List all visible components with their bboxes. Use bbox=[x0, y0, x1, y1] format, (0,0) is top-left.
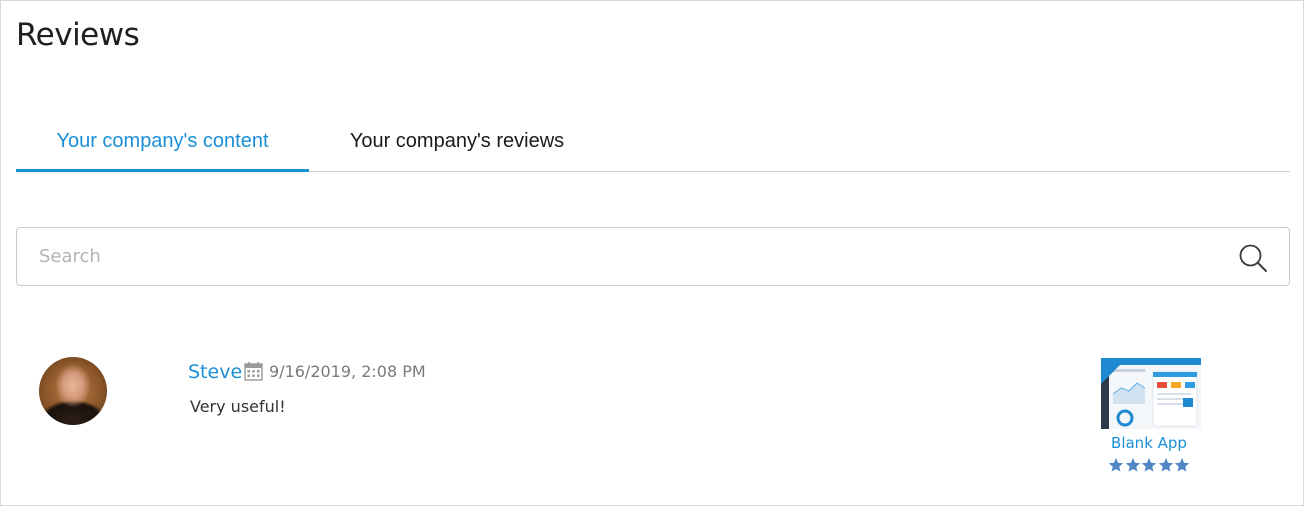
app-rating bbox=[1108, 457, 1192, 475]
star-icon bbox=[1141, 458, 1157, 472]
calendar-icon bbox=[244, 362, 263, 381]
review-text: Very useful! bbox=[190, 397, 286, 416]
reviewer-name[interactable]: Steve bbox=[188, 361, 242, 383]
search-input[interactable] bbox=[18, 229, 1218, 284]
reviewer-avatar[interactable] bbox=[39, 357, 107, 425]
star-icon bbox=[1108, 458, 1124, 472]
review-item: Steve 9/16/2019, 2:08 PM Very useful! Bl… bbox=[1, 341, 1304, 491]
page-title: Reviews bbox=[16, 17, 140, 53]
search-box bbox=[16, 227, 1290, 286]
star-icon bbox=[1125, 458, 1140, 472]
tab-bar: Your company's content Your company's re… bbox=[16, 111, 1290, 172]
search-icon[interactable] bbox=[1238, 243, 1268, 273]
review-date: 9/16/2019, 2:08 PM bbox=[269, 362, 426, 381]
reviews-panel: Reviews Your company's content Your comp… bbox=[0, 0, 1304, 506]
tab-company-content[interactable]: Your company's content bbox=[16, 111, 309, 172]
app-thumbnail[interactable] bbox=[1101, 358, 1201, 429]
star-icon bbox=[1158, 458, 1173, 472]
app-name[interactable]: Blank App bbox=[1091, 434, 1207, 452]
star-icon bbox=[1174, 458, 1190, 472]
tab-company-reviews[interactable]: Your company's reviews bbox=[309, 111, 605, 171]
